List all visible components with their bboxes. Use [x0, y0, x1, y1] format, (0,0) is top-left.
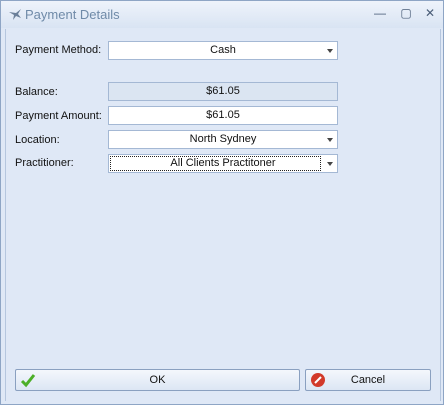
payment-method-dropdown[interactable]: Cash: [108, 41, 338, 60]
form-panel: Payment Method: Cash Balance: $61.05 Pay…: [5, 29, 441, 401]
payment-method-value: Cash: [210, 44, 236, 56]
window-title: Payment Details: [25, 7, 120, 22]
balance-field: $61.05: [108, 82, 338, 101]
title-bar: Payment Details — ▢ ✕: [1, 1, 443, 28]
payment-amount-value: $61.05: [206, 109, 240, 121]
app-bird-icon: [9, 9, 21, 20]
practitioner-dropdown[interactable]: All Clients Practitoner: [108, 154, 338, 173]
payment-amount-label: Payment Amount:: [15, 110, 102, 122]
cancel-icon: [311, 373, 325, 387]
payment-details-window: Payment Details — ▢ ✕ Payment Method: Ca…: [0, 0, 444, 405]
payment-method-label: Payment Method:: [15, 44, 102, 56]
chevron-down-icon[interactable]: [323, 155, 337, 172]
focus-indicator: [110, 156, 321, 171]
location-label: Location:: [15, 134, 60, 146]
maximize-icon[interactable]: ▢: [399, 6, 413, 20]
ok-button[interactable]: OK: [15, 369, 300, 391]
location-value: North Sydney: [189, 133, 257, 145]
chevron-down-icon[interactable]: [323, 131, 337, 148]
close-icon[interactable]: ✕: [423, 6, 437, 20]
cancel-button-label: Cancel: [350, 374, 386, 386]
cancel-button[interactable]: Cancel: [305, 369, 431, 391]
practitioner-label: Practitioner:: [15, 157, 74, 169]
chevron-down-icon[interactable]: [323, 42, 337, 59]
payment-amount-input[interactable]: $61.05: [108, 106, 338, 125]
checkmark-icon: [20, 374, 36, 388]
minimize-icon[interactable]: —: [373, 6, 387, 20]
balance-value: $61.05: [206, 85, 240, 97]
location-dropdown[interactable]: North Sydney: [108, 130, 338, 149]
balance-label: Balance:: [15, 86, 58, 98]
ok-button-label: OK: [149, 374, 166, 386]
